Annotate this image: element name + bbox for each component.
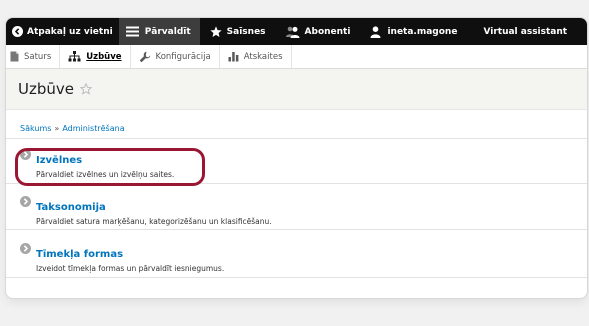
admin-list: Izvēlnes Pārvaldiet izvēlnes un izvēlņu … bbox=[6, 139, 587, 278]
page: Atpakaļ uz vietni Pārvaldīt Saīsnes Abon… bbox=[0, 0, 589, 326]
arrow-right-circle-icon bbox=[20, 196, 31, 207]
people-label: Abonenti bbox=[304, 26, 351, 37]
taxonomy-link[interactable]: Taksonomija bbox=[36, 202, 106, 213]
webforms-description: Izveidot tīmekļa formas un pārvaldīt ies… bbox=[36, 264, 225, 273]
webforms-link[interactable]: Tīmekļa formas bbox=[36, 249, 123, 260]
people-button[interactable]: Abonenti bbox=[279, 18, 363, 45]
structure-icon bbox=[68, 51, 81, 62]
add-shortcut-star[interactable] bbox=[80, 83, 92, 95]
back-to-site-link[interactable]: Atpakaļ uz vietni bbox=[10, 18, 119, 45]
virtual-assistant-label: Virtual assistant bbox=[483, 26, 568, 37]
shortcuts-button[interactable]: Saīsnes bbox=[200, 18, 279, 45]
manage-label: Pārvaldīt bbox=[144, 26, 191, 37]
arrow-left-circle-icon bbox=[12, 26, 23, 37]
breadcrumb-separator: » bbox=[54, 123, 60, 133]
virtual-assistant-button[interactable]: Virtual assistant bbox=[475, 18, 575, 45]
admin-toolbar: Atpakaļ uz vietni Pārvaldīt Saīsnes Abon… bbox=[6, 18, 587, 45]
tray-item-structure-label: Uzbūve bbox=[86, 51, 122, 62]
wrench-icon bbox=[139, 51, 150, 62]
tray-item-content[interactable]: Saturs bbox=[6, 45, 61, 68]
star-icon bbox=[210, 25, 222, 37]
breadcrumb-admin-link[interactable]: Administrēšana bbox=[62, 124, 124, 133]
user-icon bbox=[370, 25, 381, 38]
breadcrumb: Sākums » Administrēšana bbox=[6, 118, 587, 139]
list-item-webforms: Tīmekļa formas Izveidot tīmekļa formas u… bbox=[6, 230, 587, 278]
file-icon bbox=[10, 51, 19, 62]
list-item-taxonomy: Taksonomija Pārvaldiet satura marķēšanu,… bbox=[6, 184, 587, 230]
tray-item-reports-label: Atskaites bbox=[243, 51, 283, 62]
shortcuts-label: Saīsnes bbox=[226, 26, 266, 37]
breadcrumb-home-link[interactable]: Sākums bbox=[20, 124, 51, 133]
tray-item-structure[interactable]: Uzbūve bbox=[60, 45, 131, 68]
user-menu-button[interactable]: ineta.magone bbox=[362, 18, 475, 45]
arrow-right-circle-icon bbox=[20, 149, 31, 160]
page-header: Uzbūve bbox=[6, 69, 587, 110]
toolbar-tray: Saturs Uzbūve Konfigurācija Atskaites bbox=[6, 45, 587, 69]
tray-item-reports[interactable]: Atskaites bbox=[220, 45, 292, 68]
tray-item-content-label: Saturs bbox=[24, 51, 52, 62]
user-label: ineta.magone bbox=[387, 26, 458, 37]
menus-link[interactable]: Izvēlnes bbox=[36, 155, 82, 166]
browser-window: Atpakaļ uz vietni Pārvaldīt Saīsnes Abon… bbox=[6, 18, 587, 298]
manage-menu-button[interactable]: Pārvaldīt bbox=[118, 18, 200, 45]
tray-item-configuration-label: Konfigurācija bbox=[155, 51, 211, 62]
hamburger-icon bbox=[125, 26, 139, 37]
list-item-menus: Izvēlnes Pārvaldiet izvēlnes un izvēlņu … bbox=[6, 139, 587, 184]
back-to-site-label: Atpakaļ uz vietni bbox=[27, 26, 113, 37]
menus-description: Pārvaldiet izvēlnes un izvēlņu saites. bbox=[36, 170, 175, 179]
taxonomy-description: Pārvaldiet satura marķēšanu, kategorizēš… bbox=[36, 217, 272, 226]
arrow-right-circle-icon bbox=[20, 243, 31, 254]
page-title: Uzbūve bbox=[18, 80, 74, 98]
people-icon bbox=[285, 26, 300, 38]
bar-chart-icon bbox=[228, 52, 239, 62]
star-outline-icon bbox=[80, 83, 92, 95]
tray-item-configuration[interactable]: Konfigurācija bbox=[131, 45, 220, 68]
